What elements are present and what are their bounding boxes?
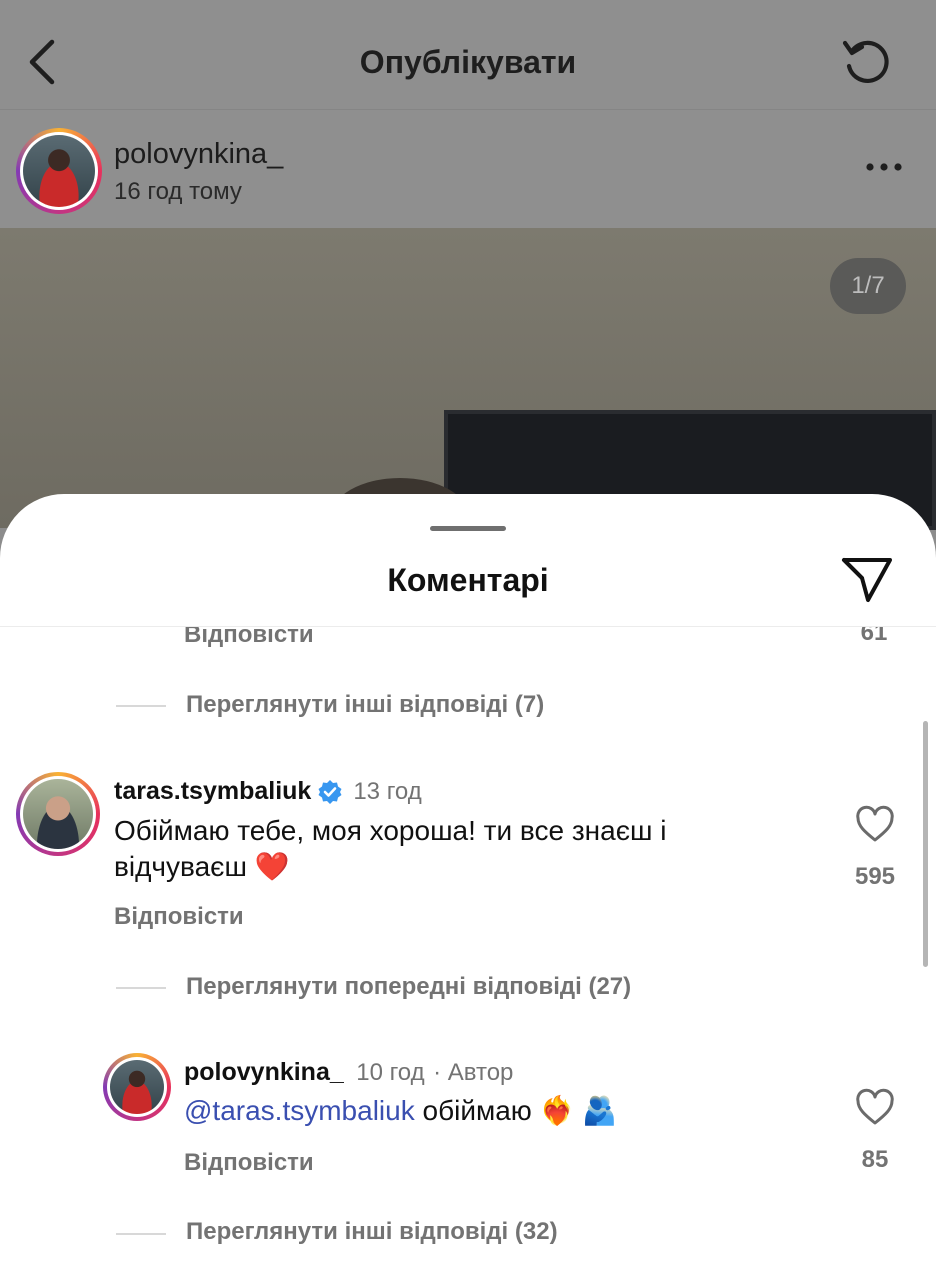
comment-time: 13 год — [353, 777, 422, 805]
share-button[interactable] — [840, 554, 894, 604]
verified-badge-icon — [318, 779, 342, 804]
like-count: 85 — [861, 1146, 889, 1173]
comments-title: Коментарі — [387, 562, 549, 598]
reply-username[interactable]: polovynkina_ — [184, 1058, 344, 1086]
like-count: 61 — [860, 627, 888, 646]
reply-header: polovynkina_ 10 год · Автор — [184, 1058, 513, 1087]
reply-text-body: обіймаю ❤️‍🔥 🫂 — [414, 1095, 618, 1126]
heart-icon — [856, 805, 894, 842]
comment-header: taras.tsymbaliuk 13 год — [114, 777, 422, 806]
media-counter: 1/7 — [830, 258, 906, 314]
post-timestamp: 16 год тому — [114, 178, 242, 205]
like-count: 595 — [854, 863, 896, 890]
scrollbar[interactable] — [923, 721, 928, 967]
view-previous-replies[interactable]: Переглянути попередні відповіді (27) — [186, 973, 631, 1001]
reply-link[interactable]: Відповісти — [184, 627, 314, 649]
comment-username[interactable]: taras.tsymbaliuk — [114, 777, 311, 806]
like-button[interactable] — [855, 805, 895, 845]
paper-plane-icon — [842, 558, 892, 602]
more-dots-icon — [866, 163, 902, 171]
author-avatar[interactable] — [16, 128, 102, 214]
view-more-replies[interactable]: Переглянути інші відповіді (32) — [186, 1218, 558, 1246]
comment-text-line: Обіймаю тебе, моя хороша! ти все знаєш і — [114, 815, 667, 846]
thread-line — [116, 705, 166, 707]
top-bar: Опублікувати — [0, 0, 936, 110]
mention-link[interactable]: @taras.tsymbaliuk — [184, 1095, 415, 1126]
reply-avatar[interactable] — [103, 1053, 171, 1121]
post-media[interactable]: 1/7 — [0, 228, 936, 558]
comments-list[interactable]: Відповісти 61 Переглянути інші відповіді… — [0, 627, 936, 1280]
author-username[interactable]: polovynkina_ — [114, 138, 283, 171]
thread-line — [116, 987, 166, 989]
comment-text-line: відчуваєш ❤️ — [114, 851, 290, 882]
refresh-icon — [842, 40, 889, 83]
comments-sheet: Коментарі Відповісти 61 Переглянути інші… — [0, 494, 936, 1280]
reply-text: @taras.tsymbaliuk обіймаю ❤️‍🔥 🫂 — [184, 1093, 617, 1129]
like-button[interactable] — [855, 1088, 895, 1128]
view-more-replies[interactable]: Переглянути інші відповіді (7) — [186, 691, 544, 719]
heart-icon — [856, 1088, 894, 1125]
page-title: Опублікувати — [359, 44, 577, 80]
sheet-drag-handle[interactable] — [430, 526, 506, 531]
commenter-avatar[interactable] — [16, 772, 100, 856]
comment-text: Обіймаю тебе, моя хороша! ти все знаєш і… — [114, 813, 814, 885]
thread-line — [116, 1233, 166, 1235]
reply-link[interactable]: Відповісти — [114, 903, 244, 931]
author-badge: · Автор — [433, 1059, 514, 1086]
more-options-button[interactable] — [864, 152, 904, 182]
post-author-row: polovynkina_ 16 год тому — [0, 110, 936, 228]
refresh-button[interactable] — [840, 34, 896, 90]
reply-link[interactable]: Відповісти — [184, 1149, 314, 1177]
reply-time: 10 год — [356, 1059, 425, 1086]
